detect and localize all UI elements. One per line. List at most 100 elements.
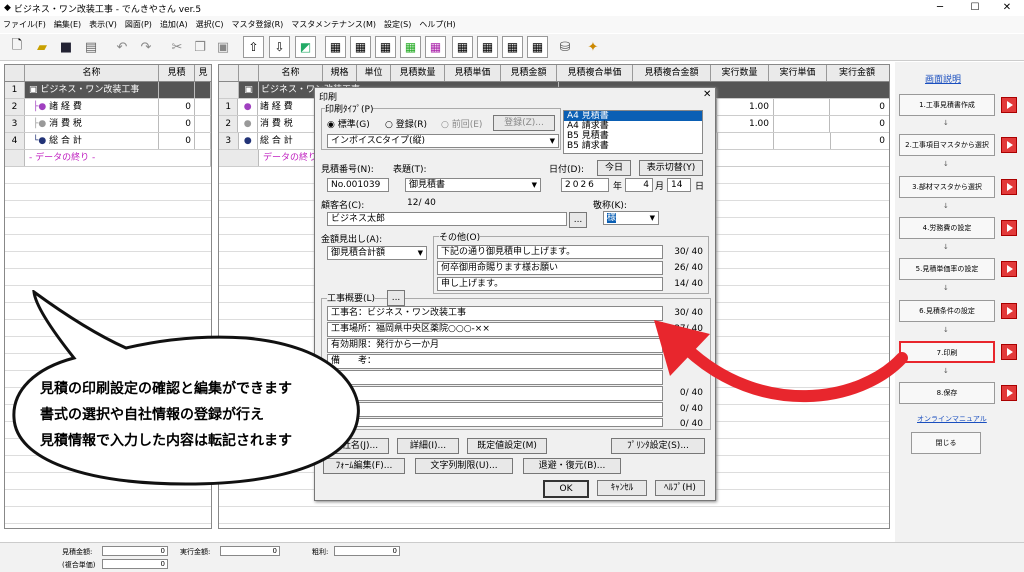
amount-heading-select[interactable]: 御見積合計額 ▼	[327, 246, 427, 260]
move-up-icon[interactable]: ⇧	[243, 36, 264, 58]
summary-line-6[interactable]	[327, 386, 663, 401]
menu-file[interactable]: ファイル(F)	[3, 19, 46, 30]
menu-select[interactable]: 選択(C)	[196, 19, 224, 30]
play-icon[interactable]	[1001, 137, 1017, 153]
default-settings-button[interactable]: 既定値設定(M)	[467, 438, 547, 454]
doc-tool-7-icon[interactable]: ▦	[477, 36, 498, 58]
summary-line-4[interactable]: 備 考：	[327, 354, 663, 369]
summary-line-5[interactable]	[327, 370, 663, 385]
play-icon[interactable]	[1001, 344, 1017, 360]
online-manual-link[interactable]: オンラインマニュアル	[917, 414, 987, 424]
summary-line-3[interactable]: 有効期限：発行から一か月	[327, 338, 663, 353]
dialog-close-button[interactable]: ✕	[703, 89, 711, 100]
cut-icon[interactable]: ✂	[168, 38, 186, 56]
detail-button[interactable]: 詳細(I)...	[397, 438, 459, 454]
menu-add[interactable]: 追加(A)	[160, 19, 188, 30]
menu-help[interactable]: ヘルプ(H)	[419, 19, 455, 30]
play-icon[interactable]	[1001, 303, 1017, 319]
doc-tool-3-icon[interactable]: ▦	[375, 36, 396, 58]
copy-icon[interactable]: ❐	[191, 38, 209, 56]
ok-button[interactable]: OK	[543, 480, 589, 498]
maximize-button[interactable]: ☐	[958, 0, 992, 16]
move-down-icon[interactable]: ⇩	[269, 36, 290, 58]
menu-settings[interactable]: 設定(S)	[384, 19, 411, 30]
list-item[interactable]: A4 請求書	[564, 121, 702, 131]
paste-icon[interactable]: ▣	[214, 38, 232, 56]
play-icon[interactable]	[1001, 261, 1017, 277]
list-item[interactable]: B5 請求書	[564, 141, 702, 151]
step-1-button[interactable]: 1.工事見積書作成	[899, 94, 995, 116]
honorific-select[interactable]: 様 ▼	[603, 211, 659, 225]
estimate-number-field[interactable]: No.001039	[327, 178, 389, 192]
play-icon[interactable]	[1001, 220, 1017, 236]
summary-line-7[interactable]	[327, 402, 663, 417]
doc-tool-6-icon[interactable]: ▦	[452, 36, 473, 58]
customer-lookup-button[interactable]: ...	[569, 212, 587, 228]
backup-restore-button[interactable]: 退避・復元(B)...	[523, 458, 621, 474]
radio-standard[interactable]: ◉ 標準(G)	[327, 117, 370, 130]
other-line-3[interactable]: 申し上げます。	[437, 277, 663, 291]
menu-master-register[interactable]: マスタ登録(R)	[231, 19, 283, 30]
save-icon[interactable]: ■	[57, 38, 75, 56]
minimize-button[interactable]: ─	[923, 0, 957, 16]
new-file-icon[interactable]: 🗋	[8, 38, 26, 56]
step-5-button[interactable]: 5.見積単価率の設定	[899, 258, 995, 280]
step-8-button[interactable]: 8.保存	[899, 382, 995, 404]
menu-edit[interactable]: 編集(E)	[54, 19, 81, 30]
doc-tool-1-icon[interactable]: ▦	[325, 36, 346, 58]
customer-name-field[interactable]: ビジネス太郎	[327, 212, 567, 226]
summary-lookup-button[interactable]: ...	[387, 290, 405, 306]
step-6-button[interactable]: 6.見積条件の設定	[899, 300, 995, 322]
menu-master-maintenance[interactable]: マスタメンテナンス(M)	[291, 19, 376, 30]
doc-tool-9-icon[interactable]: ▦	[527, 36, 548, 58]
step-4-button[interactable]: 4.労務費の設定	[899, 217, 995, 239]
title-select[interactable]: 御見積書 ▼	[405, 178, 541, 192]
summary-line-2[interactable]: 工事場所：福岡県中央区薬院○○○-××	[327, 322, 663, 337]
cancel-button[interactable]: ｷｬﾝｾﾙ	[597, 480, 647, 496]
print-type-select[interactable]: インボイスCタイプ(縦) ▼	[327, 134, 559, 148]
wrench-icon[interactable]: ✦	[584, 38, 602, 56]
chart-icon[interactable]: ◩	[295, 36, 316, 58]
list-item[interactable]: B5 見積書	[564, 131, 702, 141]
step-2-button[interactable]: 2.工事項目マスタから選択	[899, 134, 995, 156]
step-3-button[interactable]: 3.部材マスタから選択	[899, 176, 995, 198]
menu-view[interactable]: 表示(V)	[89, 19, 117, 30]
play-icon[interactable]	[1001, 179, 1017, 195]
form-list[interactable]: A4 見積書 A4 請求書 B5 見積書 B5 請求書	[563, 110, 703, 154]
other-line-1[interactable]: 下記の通り御見積申し上げます。	[437, 245, 663, 259]
day-field[interactable]: 14	[667, 178, 691, 192]
close-window-button[interactable]: ✕	[990, 0, 1024, 16]
help-button[interactable]: ﾍﾙﾌﾟ(H)	[655, 480, 705, 496]
database-icon[interactable]: ⛁	[556, 38, 574, 56]
panel-title[interactable]: 画面説明	[925, 72, 961, 85]
undo-icon[interactable]: ↶	[113, 38, 131, 56]
table-row[interactable]: 3 ├● 消 費 税 0	[5, 116, 211, 133]
doc-tool-5-icon[interactable]: ▦	[425, 36, 446, 58]
string-limit-button[interactable]: 文字列制限(U)...	[415, 458, 513, 474]
redo-icon[interactable]: ↷	[137, 38, 155, 56]
year-field[interactable]: 2026	[561, 178, 609, 192]
play-icon[interactable]	[1001, 97, 1017, 113]
summary-line-1[interactable]: 工事名：ビジネス・ワン改装工事	[327, 306, 663, 321]
month-field[interactable]: 4	[625, 178, 653, 192]
step-7-print-button[interactable]: 7.印刷	[899, 341, 995, 363]
radio-registered[interactable]: ○ 登録(R)	[385, 117, 427, 130]
table-row[interactable]: 4 └● 総 合 計 0	[5, 133, 211, 150]
play-icon[interactable]	[1001, 385, 1017, 401]
table-row[interactable]: 2 ├● 諸 経 費 0	[5, 99, 211, 116]
radio-previous[interactable]: ○ 前回(E)	[441, 117, 482, 130]
close-panel-button[interactable]: 閉じる	[911, 432, 981, 454]
register-button[interactable]: 登録(Z)...	[493, 115, 555, 131]
print-icon[interactable]: ▤	[82, 38, 100, 56]
list-item[interactable]: A4 見積書	[564, 111, 702, 121]
today-button[interactable]: 今日	[597, 160, 631, 176]
toggle-display-button[interactable]: 表示切替(Y)	[639, 160, 703, 176]
doc-tool-2-icon[interactable]: ▦	[350, 36, 371, 58]
open-folder-icon[interactable]: ▰	[33, 38, 51, 56]
printer-settings-button[interactable]: ﾌﾟﾘﾝﾀ設定(S)...	[611, 438, 705, 454]
doc-tool-8-icon[interactable]: ▦	[502, 36, 523, 58]
other-line-2[interactable]: 何卒御用命賜ります様お願い	[437, 261, 663, 275]
summary-line-8[interactable]	[327, 418, 663, 427]
doc-tool-4-icon[interactable]: ▦	[400, 36, 421, 58]
table-row[interactable]: 1 ▣ ビジネス・ワン改装工事	[5, 82, 211, 99]
